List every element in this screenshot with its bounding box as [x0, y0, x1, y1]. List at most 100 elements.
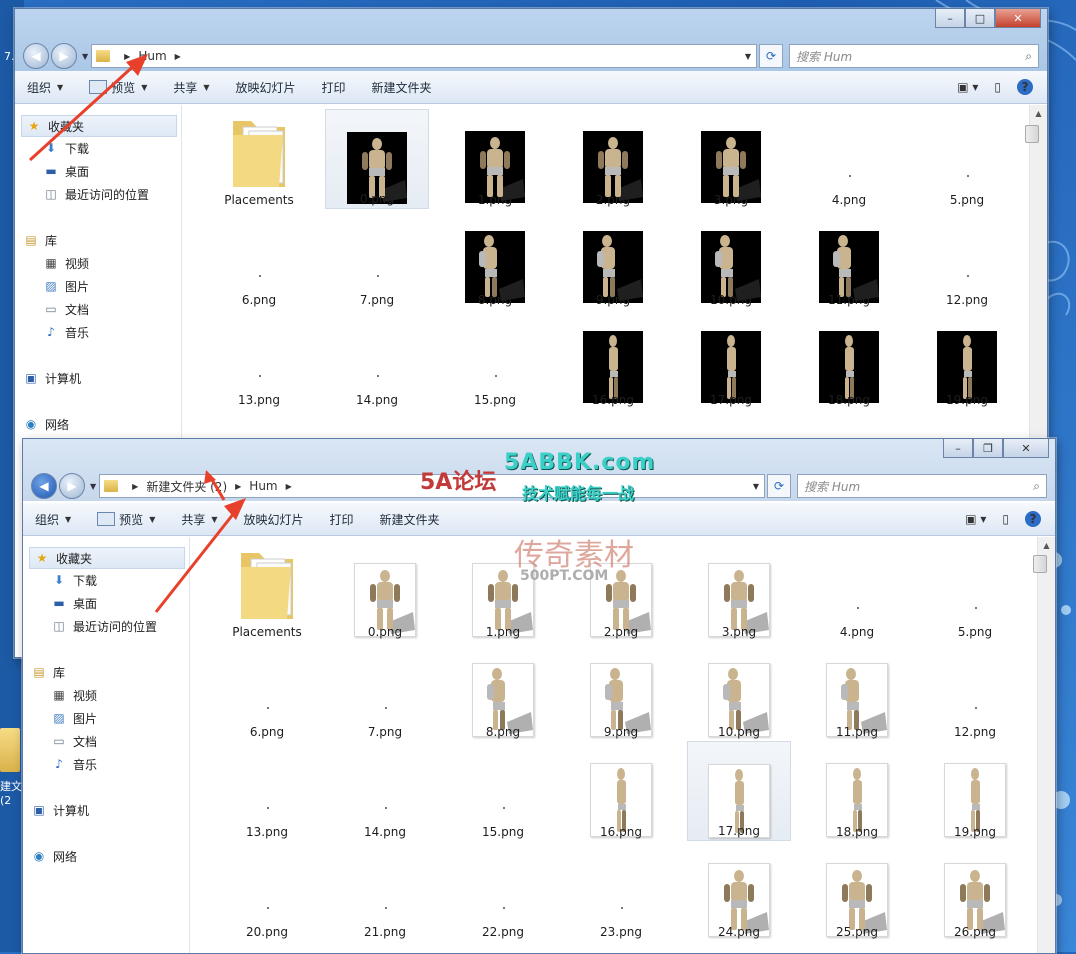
file-item[interactable]: 5.png — [923, 541, 1027, 641]
scrollbar-thumb[interactable] — [1033, 555, 1047, 573]
file-item[interactable]: 10.png — [687, 641, 791, 741]
close-button[interactable]: ✕ — [995, 9, 1041, 28]
file-item[interactable]: 9.png — [561, 209, 665, 309]
refresh-button[interactable]: ⟳ — [759, 44, 783, 68]
file-item[interactable]: 0.png — [325, 109, 429, 209]
file-item[interactable]: 10.png — [679, 209, 783, 309]
nav-computer[interactable]: ▣ 计算机 — [31, 800, 89, 820]
nav-libraries[interactable]: ▤ 库 — [23, 230, 57, 250]
print-button[interactable]: 打印 — [330, 511, 354, 528]
recent-pages-chevron-icon[interactable]: ▼ — [82, 52, 88, 61]
file-item[interactable]: 9.png — [569, 641, 673, 741]
file-item[interactable]: 14.png — [333, 741, 437, 841]
file-item[interactable]: 15.png — [451, 741, 555, 841]
file-item[interactable]: 3.png — [687, 541, 791, 641]
chevron-down-icon[interactable]: ▼ — [748, 482, 764, 491]
scroll-up-icon[interactable]: ▲ — [1038, 537, 1055, 554]
preview-pane-icon[interactable]: ▯ — [994, 80, 1001, 94]
maximize-button[interactable]: □ — [965, 9, 995, 28]
nav-favorites-item[interactable]: ⬇ 下载 — [43, 138, 89, 158]
file-item[interactable]: 12.png — [915, 209, 1019, 309]
file-item[interactable]: 0.png — [333, 541, 437, 641]
slideshow-button[interactable]: 放映幻灯片 — [244, 511, 304, 528]
file-item[interactable]: 7.png — [333, 641, 437, 741]
address-bar[interactable]: ▶ Hum ▶ ▼ — [91, 44, 757, 68]
breadcrumb-item[interactable]: Hum — [138, 49, 166, 63]
recent-pages-chevron-icon[interactable]: ▼ — [90, 482, 96, 491]
view-options-icon[interactable]: ▣ ▾ — [965, 512, 986, 526]
file-item[interactable]: 2.png — [569, 541, 673, 641]
file-item[interactable]: 11.png — [805, 641, 909, 741]
file-item[interactable]: Placements — [215, 541, 319, 641]
forward-button[interactable]: ▶ — [51, 43, 77, 69]
file-item[interactable]: 14.png — [325, 309, 429, 409]
file-item[interactable]: 15.png — [443, 309, 547, 409]
refresh-button[interactable]: ⟳ — [767, 474, 791, 498]
file-item[interactable]: 12.png — [923, 641, 1027, 741]
file-item[interactable]: 19.png — [915, 309, 1019, 409]
file-item[interactable]: 13.png — [207, 309, 311, 409]
chevron-right-icon[interactable]: ▶ — [124, 52, 130, 61]
search-input[interactable]: 搜索 Hum ⌕ — [797, 474, 1047, 498]
chevron-right-icon[interactable]: ▶ — [132, 482, 138, 491]
share-menu[interactable]: 共享 ▼ — [173, 79, 209, 96]
new-folder-button[interactable]: 新建文件夹 — [380, 511, 440, 528]
file-item[interactable]: 18.png — [805, 741, 909, 841]
file-item[interactable]: 25.png — [805, 841, 909, 941]
close-button[interactable]: ✕ — [1003, 439, 1049, 458]
nav-favorites-item[interactable]: ◫ 最近访问的位置 — [51, 616, 157, 636]
slideshow-button[interactable]: 放映幻灯片 — [236, 79, 296, 96]
preview-menu[interactable]: 预览 ▼ — [89, 79, 147, 96]
nav-favorites[interactable]: ★ 收藏夹 — [21, 115, 177, 137]
nav-computer[interactable]: ▣ 计算机 — [23, 368, 81, 388]
file-item[interactable]: 23.png — [569, 841, 673, 941]
file-item[interactable]: 1.png — [451, 541, 555, 641]
help-icon[interactable]: ? — [1025, 511, 1041, 527]
organize-menu[interactable]: 组织 ▼ — [35, 511, 71, 528]
vertical-scrollbar[interactable]: ▲ — [1033, 537, 1055, 953]
address-bar[interactable]: ▶ 新建文件夹 (2) ▶ Hum ▶ ▼ — [99, 474, 765, 498]
breadcrumb-item[interactable]: Hum — [249, 479, 277, 493]
file-item[interactable]: 26.png — [923, 841, 1027, 941]
search-input[interactable]: 搜索 Hum ⌕ — [789, 44, 1039, 68]
file-item[interactable]: 8.png — [443, 209, 547, 309]
file-item[interactable]: 13.png — [215, 741, 319, 841]
help-icon[interactable]: ? — [1017, 79, 1033, 95]
file-item[interactable]: 1.png — [443, 109, 547, 209]
chevron-down-icon[interactable]: ▼ — [740, 52, 756, 61]
desktop-folder-icon[interactable]: 建文 (2 — [0, 728, 24, 818]
view-options-icon[interactable]: ▣ ▾ — [957, 80, 978, 94]
nav-library-item[interactable]: ♪ 音乐 — [43, 322, 89, 342]
file-item[interactable]: 8.png — [451, 641, 555, 741]
nav-favorites[interactable]: ★ 收藏夹 — [29, 547, 185, 569]
nav-library-item[interactable]: ▭ 文档 — [43, 299, 89, 319]
file-item[interactable]: 4.png — [797, 109, 901, 209]
file-item[interactable]: 2.png — [561, 109, 665, 209]
nav-favorites-item[interactable]: ▬ 桌面 — [51, 593, 97, 613]
nav-libraries[interactable]: ▤ 库 — [31, 662, 65, 682]
file-item[interactable]: 19.png — [923, 741, 1027, 841]
nav-library-item[interactable]: ▭ 文档 — [51, 731, 97, 751]
preview-pane-icon[interactable]: ▯ — [1002, 512, 1009, 526]
nav-library-item[interactable]: ▨ 图片 — [51, 708, 97, 728]
file-item[interactable]: 16.png — [561, 309, 665, 409]
file-item[interactable]: 5.png — [915, 109, 1019, 209]
file-item[interactable]: 6.png — [215, 641, 319, 741]
file-item[interactable]: 11.png — [797, 209, 901, 309]
restore-button[interactable]: ❐ — [973, 439, 1003, 458]
minimize-button[interactable]: – — [943, 439, 973, 458]
search-icon[interactable]: ⌕ — [1033, 479, 1040, 494]
nav-network[interactable]: ◉ 网络 — [31, 846, 77, 866]
chevron-right-icon[interactable]: ▶ — [235, 482, 241, 491]
share-menu[interactable]: 共享 ▼ — [181, 511, 217, 528]
search-icon[interactable]: ⌕ — [1025, 49, 1032, 64]
file-item[interactable]: 18.png — [797, 309, 901, 409]
nav-favorites-item[interactable]: ◫ 最近访问的位置 — [43, 184, 149, 204]
chevron-right-icon[interactable]: ▶ — [286, 482, 292, 491]
nav-library-item[interactable]: ▦ 视频 — [43, 253, 89, 273]
file-item[interactable]: 17.png — [687, 741, 791, 841]
chevron-right-icon[interactable]: ▶ — [175, 52, 181, 61]
file-item[interactable]: 4.png — [805, 541, 909, 641]
back-button[interactable]: ◀ — [31, 473, 57, 499]
file-item[interactable]: Placements — [207, 109, 311, 209]
